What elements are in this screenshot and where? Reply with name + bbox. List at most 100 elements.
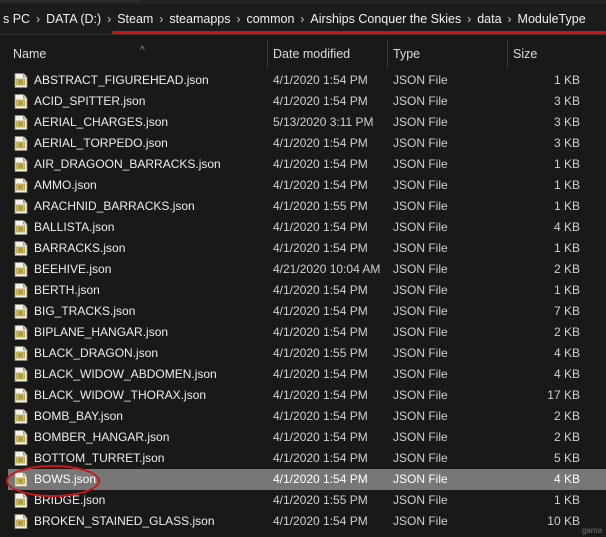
file-size: 5 KB — [553, 451, 580, 465]
file-type: JSON File — [393, 472, 448, 486]
file-size: 3 KB — [553, 94, 580, 108]
file-type: JSON File — [393, 430, 448, 444]
file-date: 4/1/2020 1:54 PM — [273, 73, 368, 87]
file-row[interactable]: BIPLANE_HANGAR.json 4/1/2020 1:54 PM JSON … — [8, 322, 606, 343]
file-name: AMMO.json — [34, 178, 97, 192]
breadcrumb-item-steam[interactable]: Steam — [113, 12, 157, 26]
file-type: JSON File — [393, 409, 448, 423]
file-name: ACID_SPITTER.json — [34, 94, 146, 108]
file-name: BIPLANE_HANGAR.json — [34, 325, 169, 339]
file-row[interactable]: AMMO.json 4/1/2020 1:54 PM JSON File 1 KB — [8, 175, 606, 196]
file-name: BROKEN_STAINED_GLASS.json — [34, 514, 215, 528]
file-date: 4/1/2020 1:54 PM — [273, 388, 368, 402]
chevron-right-icon[interactable]: › — [157, 12, 165, 26]
file-type: JSON File — [393, 73, 448, 87]
file-row[interactable]: AIR_DRAGOON_BARRACKS.json 4/1/2020 1:54 P… — [8, 154, 606, 175]
file-name: BIG_TRACKS.json — [34, 304, 136, 318]
file-date: 4/1/2020 1:54 PM — [273, 94, 368, 108]
file-size: 1 KB — [553, 241, 580, 255]
file-row[interactable]: BARRACKS.json 4/1/2020 1:54 PM JSON File 1 … — [8, 238, 606, 259]
json-file-icon — [14, 325, 28, 340]
file-row[interactable]: BERTH.json 4/1/2020 1:54 PM JSON File 1 KB — [8, 280, 606, 301]
file-size: 1 KB — [553, 73, 580, 87]
json-file-icon — [14, 430, 28, 445]
file-row[interactable]: BRIDGE.json 4/1/2020 1:55 PM JSON File 1 KB — [8, 490, 606, 511]
file-size: 10 KB — [547, 514, 580, 528]
file-row[interactable]: BOTTOM_TURRET.json 4/1/2020 1:54 PM JSON F… — [8, 448, 606, 469]
file-date: 4/1/2020 1:54 PM — [273, 241, 368, 255]
file-row[interactable]: BROKEN_STAINED_GLASS.json 4/1/2020 1:54 P… — [8, 511, 606, 532]
breadcrumb-item-steamapps[interactable]: steamapps — [165, 12, 234, 26]
breadcrumb-item-common[interactable]: common — [242, 12, 298, 26]
json-file-icon — [14, 220, 28, 235]
annotation-circle — [6, 465, 100, 497]
file-date: 4/1/2020 1:54 PM — [273, 178, 368, 192]
file-row[interactable]: ABSTRACT_FIGUREHEAD.json 4/1/2020 1:54 PM… — [8, 70, 606, 91]
file-type: JSON File — [393, 262, 448, 276]
file-type: JSON File — [393, 493, 448, 507]
breadcrumb-item-moduletype[interactable]: ModuleType — [514, 12, 590, 26]
chevron-right-icon[interactable]: › — [105, 12, 113, 26]
file-row[interactable]: BEEHIVE.json 4/21/2020 10:04 AM JSON File 2… — [8, 259, 606, 280]
json-file-icon — [14, 451, 28, 466]
file-size: 1 KB — [553, 199, 580, 213]
file-row[interactable]: AERIAL_CHARGES.json 5/13/2020 3:11 PM JSON… — [8, 112, 606, 133]
column-header-date[interactable]: Date modified — [268, 40, 388, 68]
file-row[interactable]: ARACHNID_BARRACKS.json 4/1/2020 1:55 PM JS… — [8, 196, 606, 217]
file-row[interactable]: ACID_SPITTER.json 4/1/2020 1:54 PM JSON Fi… — [8, 91, 606, 112]
file-row[interactable]: BLACK_WIDOW_THORAX.json 4/1/2020 1:54 PM J… — [8, 385, 606, 406]
file-name: BLACK_WIDOW_THORAX.json — [34, 388, 207, 402]
file-size: 1 KB — [553, 178, 580, 192]
file-type: JSON File — [393, 136, 448, 150]
breadcrumb-item-airships[interactable]: Airships Conquer the Skies — [306, 12, 465, 26]
file-name: AERIAL_CHARGES.json — [34, 115, 169, 129]
file-size: 2 KB — [553, 430, 580, 444]
json-file-icon — [14, 241, 28, 256]
file-name: BOMBER_HANGAR.json — [34, 430, 170, 444]
file-name: BERTH.json — [34, 283, 100, 297]
file-date: 4/1/2020 1:54 PM — [273, 220, 368, 234]
file-row[interactable]: BOMB_BAY.json 4/1/2020 1:54 PM JSON File 2 … — [8, 406, 606, 427]
json-file-icon — [14, 115, 28, 130]
chevron-right-icon[interactable]: › — [465, 12, 473, 26]
file-size: 17 KB — [547, 388, 580, 402]
breadcrumb-item-data-drive[interactable]: DATA (D:) — [42, 12, 105, 26]
file-size: 2 KB — [553, 325, 580, 339]
column-header-name[interactable]: Name ^ — [8, 40, 268, 68]
file-date: 5/13/2020 3:11 PM — [273, 115, 374, 129]
file-type: JSON File — [393, 178, 448, 192]
file-name: BEEHIVE.json — [34, 262, 112, 276]
chevron-right-icon[interactable]: › — [34, 12, 42, 26]
file-name: BLACK_DRAGON.json — [34, 346, 159, 360]
file-row[interactable]: BALLISTA.json 4/1/2020 1:54 PM JSON File 4 … — [8, 217, 606, 238]
file-row[interactable]: BLACK_DRAGON.json 4/1/2020 1:55 PM JSON Fi… — [8, 343, 606, 364]
file-row[interactable]: BIG_TRACKS.json 4/1/2020 1:54 PM JSON File… — [8, 301, 606, 322]
json-file-icon — [14, 73, 28, 88]
file-type: JSON File — [393, 199, 448, 213]
json-file-icon — [14, 157, 28, 172]
breadcrumb-item-this-pc[interactable]: s PC — [0, 12, 34, 26]
file-date: 4/1/2020 1:54 PM — [273, 283, 368, 297]
column-header-size[interactable]: Size — [508, 40, 606, 68]
json-file-icon — [14, 178, 28, 193]
file-date: 4/1/2020 1:54 PM — [273, 451, 368, 465]
file-size: 7 KB — [553, 304, 580, 318]
file-row[interactable]: BLACK_WIDOW_ABDOMEN.json 4/1/2020 1:54 PM… — [8, 364, 606, 385]
json-file-icon — [14, 199, 28, 214]
file-date: 4/1/2020 1:54 PM — [273, 514, 368, 528]
file-size: 4 KB — [553, 472, 580, 486]
breadcrumb-item-data[interactable]: data — [473, 12, 505, 26]
file-date: 4/1/2020 1:54 PM — [273, 304, 368, 318]
chevron-right-icon[interactable]: › — [298, 12, 306, 26]
column-header-type[interactable]: Type — [388, 40, 508, 68]
json-file-icon — [14, 283, 28, 298]
file-row[interactable]: BOMBER_HANGAR.json 4/1/2020 1:54 PM JSON F… — [8, 427, 606, 448]
file-size: 1 KB — [553, 283, 580, 297]
file-date: 4/21/2020 10:04 AM — [273, 262, 381, 276]
file-type: JSON File — [393, 94, 448, 108]
file-date: 4/1/2020 1:54 PM — [273, 136, 368, 150]
file-name: AERIAL_TORPEDO.json — [34, 136, 168, 150]
chevron-right-icon[interactable]: › — [506, 12, 514, 26]
file-row[interactable]: AERIAL_TORPEDO.json 4/1/2020 1:54 PM JSON … — [8, 133, 606, 154]
chevron-right-icon[interactable]: › — [234, 12, 242, 26]
